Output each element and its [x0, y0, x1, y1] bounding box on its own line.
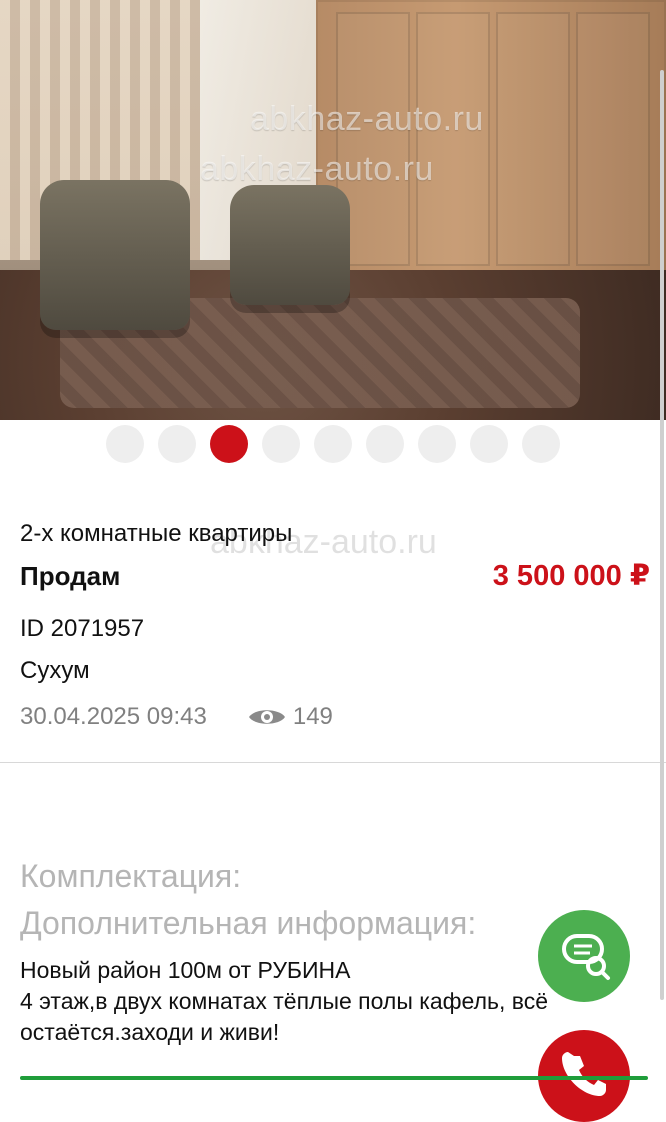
listing-id: ID 2071957 — [20, 615, 145, 642]
section-additional-label: Дополнительная информация: — [20, 905, 477, 941]
listing-datetime: 30.04.2025 09:43 — [20, 703, 207, 730]
eye-icon — [247, 705, 287, 729]
photo-armchair — [230, 185, 350, 305]
carousel-dot[interactable] — [106, 425, 144, 463]
carousel-dot[interactable] — [158, 425, 196, 463]
listing-deal: Продам — [20, 561, 121, 591]
chat-button[interactable] — [538, 910, 630, 1002]
listing-meta: 30.04.2025 09:43 149 — [20, 703, 650, 731]
carousel-dot[interactable] — [418, 425, 456, 463]
carousel-dot[interactable] — [470, 425, 508, 463]
listing-details: 2-х комнатные квартиры Продам 3 500 000 … — [20, 520, 650, 731]
carousel-dot[interactable] — [366, 425, 404, 463]
listing-type: 2-х комнатные квартиры — [20, 520, 293, 547]
carousel-dot[interactable] — [314, 425, 352, 463]
description-line: остаётся.заходи и живи! — [20, 1019, 280, 1045]
listing-city: Сухум — [20, 657, 90, 684]
photo-armchair — [40, 180, 190, 330]
description-line: 4 этаж,в двух комнатах тёплые полы кафел… — [20, 988, 549, 1014]
views-counter: 149 — [247, 703, 333, 731]
listing-price: 3 500 000 ₽ — [492, 560, 650, 592]
carousel-indicators — [0, 425, 666, 465]
scrollbar[interactable] — [660, 70, 664, 1000]
chat-icon — [556, 926, 612, 987]
divider — [0, 762, 666, 763]
photo-watermark: abkhaz-auto.ru — [250, 100, 484, 138]
listing-photo[interactable]: abkhaz-auto.ru abkhaz-auto.ru — [0, 0, 666, 420]
carousel-dot[interactable] — [522, 425, 560, 463]
photo-watermark: abkhaz-auto.ru — [200, 150, 434, 188]
section-equipment-label: Комплектация: — [20, 858, 242, 894]
carousel-dot[interactable] — [262, 425, 300, 463]
bottom-action-bar[interactable] — [20, 1076, 648, 1080]
views-count: 149 — [292, 703, 333, 730]
carousel-dot-active[interactable] — [210, 425, 248, 463]
deal-price-row: Продам 3 500 000 ₽ — [20, 558, 650, 593]
